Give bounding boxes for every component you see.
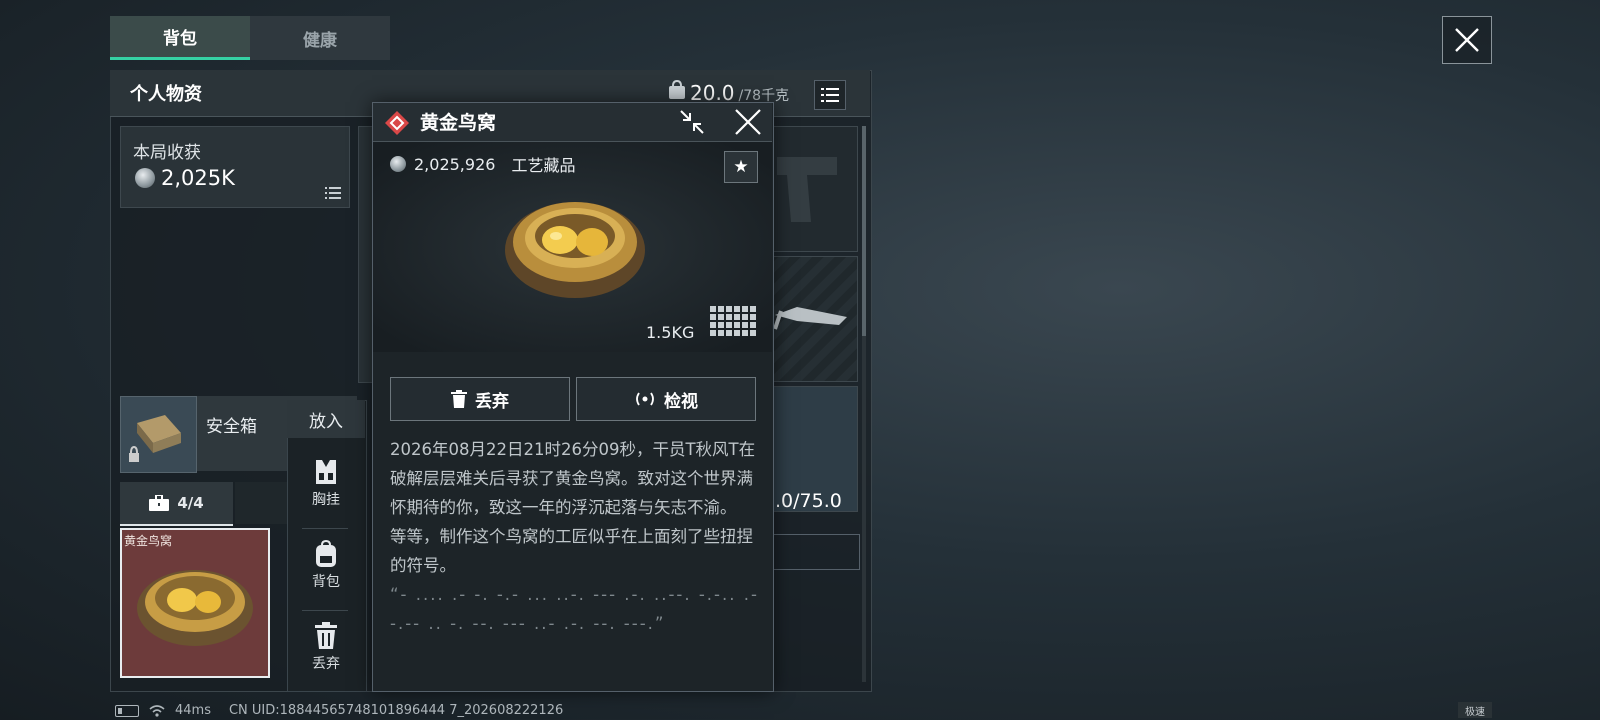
golden-nest-icon: [505, 202, 645, 298]
menu-divider: [302, 528, 348, 529]
inspect-icon: [636, 392, 654, 406]
weapon-slot-pistol[interactable]: [766, 126, 858, 252]
item-price-value: 2,025,926: [414, 154, 496, 174]
harvest-value: 2,025K: [135, 166, 235, 190]
close-icon: [1455, 28, 1479, 52]
menu-divider: [302, 610, 348, 611]
safebox-label: 安全箱: [206, 417, 257, 437]
menu-item-label: 背包: [312, 574, 340, 590]
star-icon: ★: [733, 157, 749, 177]
collapse-button[interactable]: [678, 108, 706, 140]
menu-item-backpack[interactable]: 背包: [287, 540, 365, 591]
weapon-slot-knife[interactable]: [766, 256, 858, 382]
close-button[interactable]: [1442, 16, 1492, 64]
harvest-label: 本局收获: [133, 143, 201, 163]
capacity-readout: .0/75.0: [775, 490, 842, 512]
briefcase-icon: [149, 495, 170, 511]
tab-safebox-contents[interactable]: 4/4: [120, 482, 233, 526]
panel-title: 个人物资: [130, 84, 202, 105]
status-bar: 44ms CN UID:18844565748101896444 7_20260…: [115, 703, 563, 718]
sort-list-button[interactable]: [814, 80, 846, 110]
item-card-golden-nest[interactable]: [120, 528, 270, 678]
item-weight: 1.5KG: [646, 323, 695, 342]
close-icon: [735, 109, 761, 135]
backpack-icon: [316, 540, 336, 567]
top-tabs: 背包 健康: [110, 16, 390, 60]
coin-icon: [135, 168, 155, 188]
wifi-icon: [149, 704, 165, 717]
tab-secondary[interactable]: [235, 482, 295, 524]
discard-label: 丢弃: [475, 391, 509, 412]
list-icon: [325, 187, 341, 199]
inspect-label: 检视: [664, 391, 698, 412]
action-menu-header: 放入: [287, 400, 365, 438]
item-card-name: 黄金鸟窝: [124, 534, 173, 548]
menu-item-label: 丢弃: [312, 656, 340, 672]
item-category: 工艺藏品: [511, 156, 576, 175]
safebox-icon: [129, 415, 181, 462]
list-icon: [821, 88, 839, 102]
detail-close-button[interactable]: [734, 108, 762, 140]
menu-item-vest[interactable]: 胸挂: [287, 458, 365, 509]
discard-button[interactable]: 丢弃: [390, 377, 570, 421]
menu-item-label: 胸挂: [312, 492, 340, 508]
item-price: 2,025,926 工艺藏品: [390, 152, 575, 176]
safebox-count: 4/4: [177, 494, 204, 512]
coin-icon: [390, 156, 406, 172]
item-detail-title: 黄金鸟窝: [420, 112, 497, 134]
golden-nest-icon: [137, 570, 253, 646]
container-bar[interactable]: [766, 534, 860, 570]
golden-nest-image: [500, 178, 650, 310]
collapse-icon: [680, 110, 704, 134]
inspect-button[interactable]: 检视: [576, 377, 756, 421]
tab-health[interactable]: 健康: [250, 16, 390, 60]
tab-backpack[interactable]: 背包: [110, 16, 250, 60]
description-code: “- .... .- -. -.- ... ..-. --- .-. ..--.…: [390, 585, 759, 633]
trash-icon: [451, 390, 467, 408]
menu-item-discard[interactable]: 丢弃: [287, 622, 365, 673]
harvest-amount: 2,025K: [161, 166, 235, 190]
scrollbar-thumb[interactable]: [862, 126, 866, 336]
description-paragraph: 等等，制作这个鸟窝的工匠似乎在上面刻了些扭捏的符号。: [390, 527, 753, 575]
battery-icon: [115, 704, 139, 717]
vest-icon: [316, 460, 336, 484]
speed-badge: 极速: [1458, 702, 1492, 718]
uid-readout: CN UID:18844565748101896444 7_2026082221…: [228, 703, 564, 718]
rarity-diamond-icon: [384, 110, 410, 136]
trash-icon: [315, 622, 337, 649]
description-paragraph: 2026年08月22日21时26分09秒，干员T秋风T在破解层层难关后寻获了黄金…: [390, 440, 756, 517]
safebox-slot[interactable]: [120, 396, 197, 473]
pistol-icon: [777, 157, 837, 222]
ping-readout: 44ms: [175, 703, 211, 718]
harvest-details-button[interactable]: [325, 184, 341, 203]
knife-icon: [773, 307, 847, 330]
item-description: 2026年08月22日21时26分09秒，干员T秋风T在破解层层难关后寻获了黄金…: [390, 435, 760, 638]
weight-icon: [669, 80, 685, 99]
item-size-grid-icon: [710, 306, 758, 342]
favorite-button[interactable]: ★: [724, 151, 758, 183]
